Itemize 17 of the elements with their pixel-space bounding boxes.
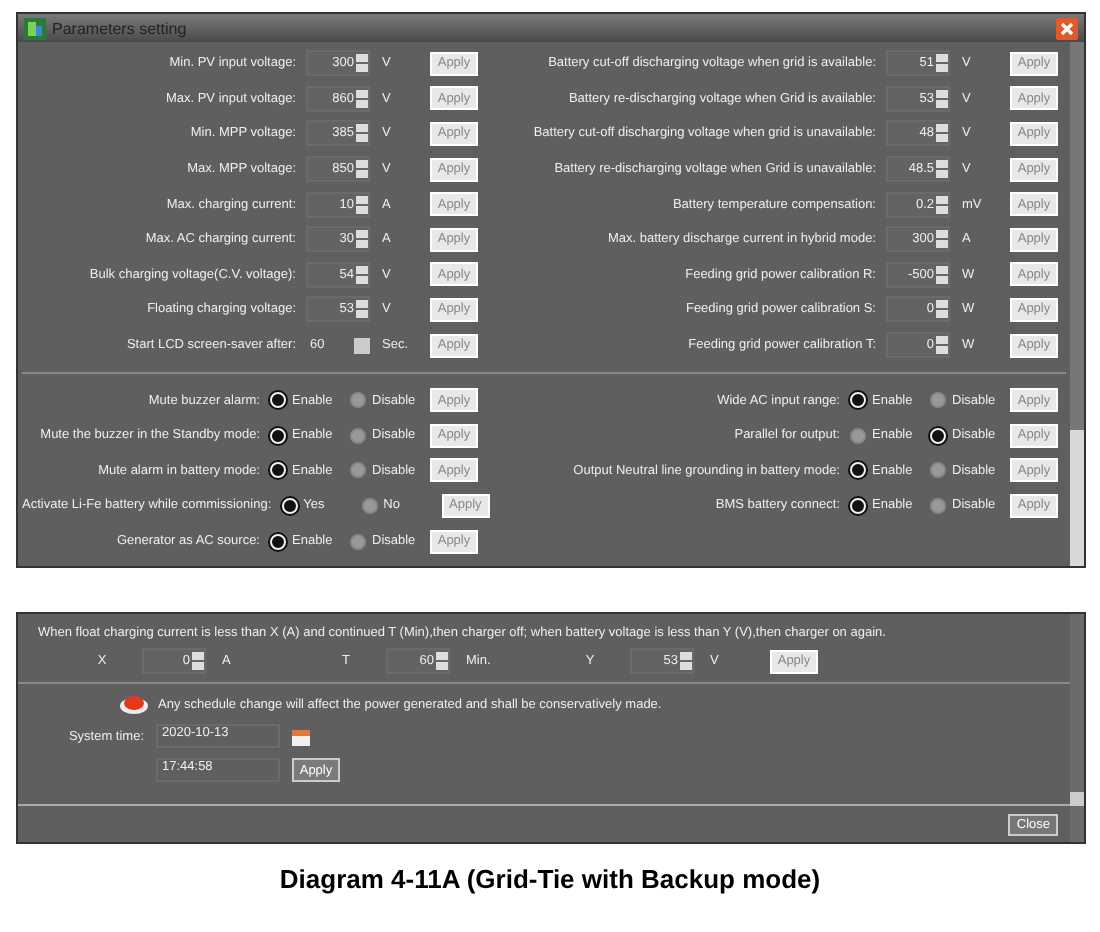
radio-button[interactable] bbox=[930, 497, 946, 514]
radio-button[interactable] bbox=[350, 462, 366, 479]
radio-button[interactable] bbox=[350, 392, 366, 409]
radio-button[interactable] bbox=[361, 497, 378, 514]
calendar-icon[interactable] bbox=[292, 727, 310, 745]
radio-button[interactable] bbox=[350, 427, 366, 444]
radio-button[interactable] bbox=[930, 462, 946, 479]
radio-button[interactable] bbox=[850, 427, 866, 444]
figure-caption: Diagram 4-11A (Grid-Tie with Backup mode) bbox=[277, 864, 823, 894]
window-title: Parameters setting bbox=[52, 19, 189, 37]
app-icon bbox=[24, 17, 46, 39]
scrollbar[interactable] bbox=[1070, 614, 1084, 842]
close-icon[interactable] bbox=[1056, 17, 1078, 39]
radio-button[interactable] bbox=[350, 533, 366, 550]
radio-button[interactable] bbox=[930, 392, 946, 409]
alert-icon bbox=[120, 694, 148, 714]
scrollbar[interactable] bbox=[1070, 42, 1084, 566]
